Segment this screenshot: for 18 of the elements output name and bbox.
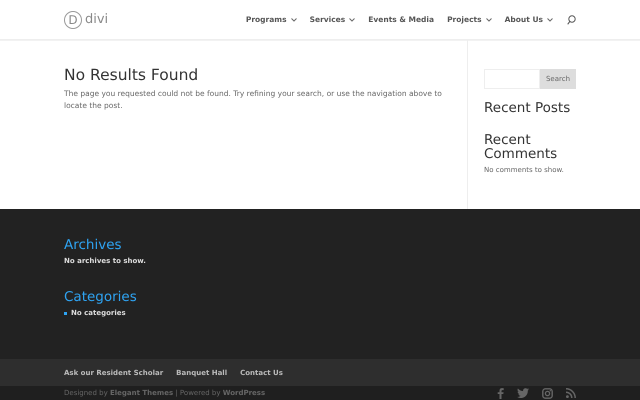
widget-title: Recent Comments <box>484 133 558 161</box>
bird-icon[interactable] <box>517 388 529 398</box>
caret-icon <box>547 18 553 22</box>
caret-icon <box>486 18 492 22</box>
caret-icon <box>349 18 356 22</box>
page-title: No Results Found <box>64 66 200 84</box>
widget-title: Recent Posts <box>484 101 572 115</box>
bullet-icon <box>64 312 67 314</box>
camera-icon[interactable] <box>542 388 553 398</box>
letter-f-icon[interactable] <box>497 388 504 398</box>
widget-title: Archives <box>64 237 123 253</box>
widget-title: Categories <box>64 289 138 305</box>
rss-icon[interactable] <box>566 388 576 398</box>
caret-icon <box>290 18 297 22</box>
logo-letter[interactable]: D <box>64 10 82 28</box>
search-icon[interactable] <box>567 14 576 24</box>
search-field[interactable] <box>484 69 540 89</box>
logo-text[interactable]: divi <box>85 12 108 27</box>
